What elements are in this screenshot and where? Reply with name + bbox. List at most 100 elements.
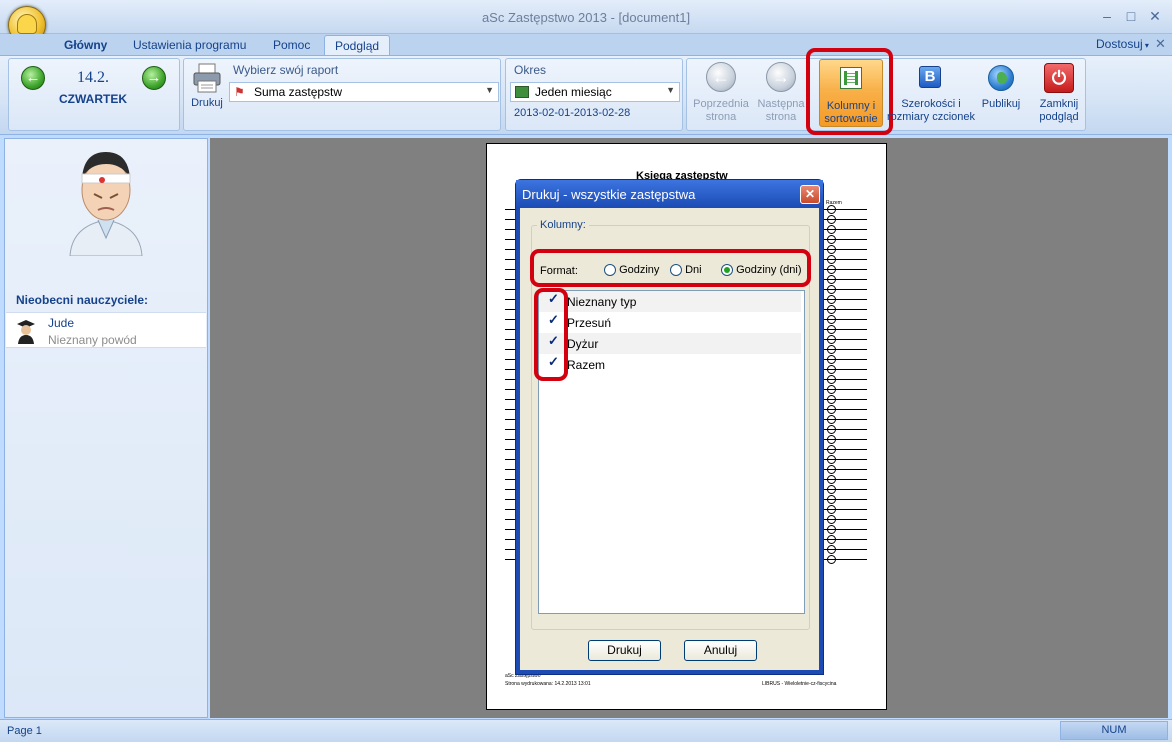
page-row-mark	[827, 425, 836, 434]
page-row-mark	[827, 255, 836, 264]
customize-menu[interactable]: Dostosuj ▾	[1096, 37, 1149, 51]
column-item-label: Razem	[567, 358, 606, 372]
prev-page-line2: strona	[705, 111, 737, 123]
page-row-mark	[827, 375, 836, 384]
teacher-list-item[interactable]: Jude Nieznany powód	[6, 312, 206, 348]
prev-day-button[interactable]: ←	[21, 66, 45, 90]
column-item-label: Nieznany typ	[567, 295, 637, 309]
font-b-icon: B	[919, 66, 941, 88]
page-row-mark	[827, 495, 836, 504]
power-icon: ⏻	[1044, 63, 1074, 93]
page-row-mark	[827, 465, 836, 474]
page-row-mark	[827, 315, 836, 324]
widths-fonts-button[interactable]: B Szerokości i rozmiary czcionek	[886, 62, 976, 128]
maximize-button[interactable]: □	[1119, 6, 1143, 26]
dialog-title: Drukuj - wszystkie zastępstwa	[516, 180, 823, 208]
highlight-format	[530, 249, 811, 287]
page-row-mark	[827, 365, 836, 374]
globe-icon	[988, 65, 1014, 91]
period-select[interactable]: Jeden miesiąc ▼	[510, 82, 680, 102]
column-item-duty[interactable]: ✓ Dyżur	[539, 333, 801, 354]
page-row-mark	[827, 545, 836, 554]
close-window-button[interactable]: ✕	[1143, 6, 1167, 26]
page-row-mark	[827, 435, 836, 444]
widths-fonts-line2: rozmiary czcionek	[886, 111, 976, 123]
chevron-down-icon: ▾	[1142, 41, 1149, 50]
next-day-button[interactable]: →	[142, 66, 166, 90]
injured-teacher-icon	[62, 148, 150, 257]
current-date: 14.2.	[77, 69, 109, 86]
report-label: Wybierz swój raport	[233, 63, 339, 77]
close-preview-button[interactable]: ⏻ Zamknij podgląd	[1032, 62, 1086, 128]
tab-ustawienia[interactable]: Ustawienia programu	[123, 35, 256, 56]
tab-glowny[interactable]: Główny	[54, 35, 117, 56]
publish-label: Publikuj	[981, 98, 1021, 110]
absent-teachers-title: Nieobecni nauczyciele:	[16, 293, 149, 307]
dialog-close-button[interactable]: ✕	[800, 185, 820, 204]
report-select[interactable]: ⚑ Suma zastępstw ▼	[229, 82, 499, 102]
window-title: aSc Zastępstwo 2013 - [document1]	[481, 10, 691, 25]
column-item-move[interactable]: ✓ Przesuń	[539, 312, 801, 333]
page-row-mark	[827, 215, 836, 224]
page-row-mark	[827, 555, 836, 564]
status-page: Page 1	[7, 725, 42, 737]
columns-list: ✓ Nieznany typ ✓ Przesuń ✓ Dyżur ✓ Razem	[538, 290, 805, 614]
page-row-mark	[827, 515, 836, 524]
minimize-button[interactable]: –	[1095, 6, 1119, 26]
tab-pomoc[interactable]: Pomoc	[263, 35, 320, 56]
highlight-checkboxes	[534, 288, 568, 381]
chevron-down-icon: ▼	[485, 85, 494, 95]
page-row-mark	[827, 225, 836, 234]
mdi-close-button[interactable]: ✕	[1155, 36, 1166, 52]
prev-page-button[interactable]: ← Poprzednia strona	[688, 62, 754, 128]
page-row-mark	[827, 305, 836, 314]
page-row-mark	[827, 245, 836, 254]
page-row-mark	[827, 265, 836, 274]
current-day: CZWARTEK	[59, 92, 127, 106]
arrow-right-icon: →	[766, 62, 796, 92]
bell-icon	[17, 14, 37, 34]
printer-icon	[193, 63, 221, 95]
column-item-label: Dyżur	[567, 337, 599, 351]
status-bar	[0, 719, 1172, 742]
page-row-mark	[827, 325, 836, 334]
dialog-print-button[interactable]: Drukuj	[588, 640, 661, 661]
page-row-mark	[827, 345, 836, 354]
print-button[interactable]: Drukuj	[188, 97, 226, 110]
page-row-mark	[827, 295, 836, 304]
page-row-mark	[827, 355, 836, 364]
page-row-mark	[827, 395, 836, 404]
page-footer-printed: Strona wydrukowana: 14.2.2013 13:01	[505, 681, 591, 687]
tab-podglad[interactable]: Podgląd	[324, 35, 391, 56]
status-num: NUM	[1060, 721, 1168, 740]
prev-page-line1: Poprzednia	[693, 98, 749, 110]
column-item-total[interactable]: ✓ Razem	[539, 354, 801, 375]
teacher-name: Jude	[48, 316, 75, 330]
arrow-left-icon: ←	[706, 62, 736, 92]
page-row-mark	[827, 525, 836, 534]
publish-button[interactable]: Publikuj	[976, 62, 1026, 128]
graduate-icon	[16, 318, 36, 344]
report-select-value: Suma zastępstw	[254, 85, 343, 99]
page-footer-right: LIBRUS - Wieloletnie-cz-fiscycina	[762, 681, 837, 687]
chevron-down-icon: ▼	[666, 85, 675, 95]
teacher-reason: Nieznany powód	[48, 333, 137, 347]
period-label: Okres	[514, 63, 547, 77]
arrow-right-icon: →	[146, 69, 162, 86]
page-row-mark	[827, 385, 836, 394]
page-row-mark	[827, 335, 836, 344]
next-page-button[interactable]: → Następna strona	[752, 62, 810, 128]
page-row-mark	[827, 455, 836, 464]
next-page-line2: strona	[765, 111, 797, 123]
widths-fonts-line1: Szerokości i	[901, 98, 961, 110]
page-row-mark	[827, 445, 836, 454]
dialog-cancel-button[interactable]: Anuluj	[684, 640, 757, 661]
column-item-unknown[interactable]: ✓ Nieznany typ	[539, 291, 801, 312]
page-row-mark	[827, 275, 836, 284]
period-select-value: Jeden miesiąc	[535, 85, 612, 99]
columns-group-label: Kolumny:	[537, 219, 589, 231]
page-row-mark	[827, 405, 836, 414]
page-row-mark	[827, 505, 836, 514]
page-row-mark	[827, 535, 836, 544]
column-item-label: Przesuń	[567, 316, 612, 330]
